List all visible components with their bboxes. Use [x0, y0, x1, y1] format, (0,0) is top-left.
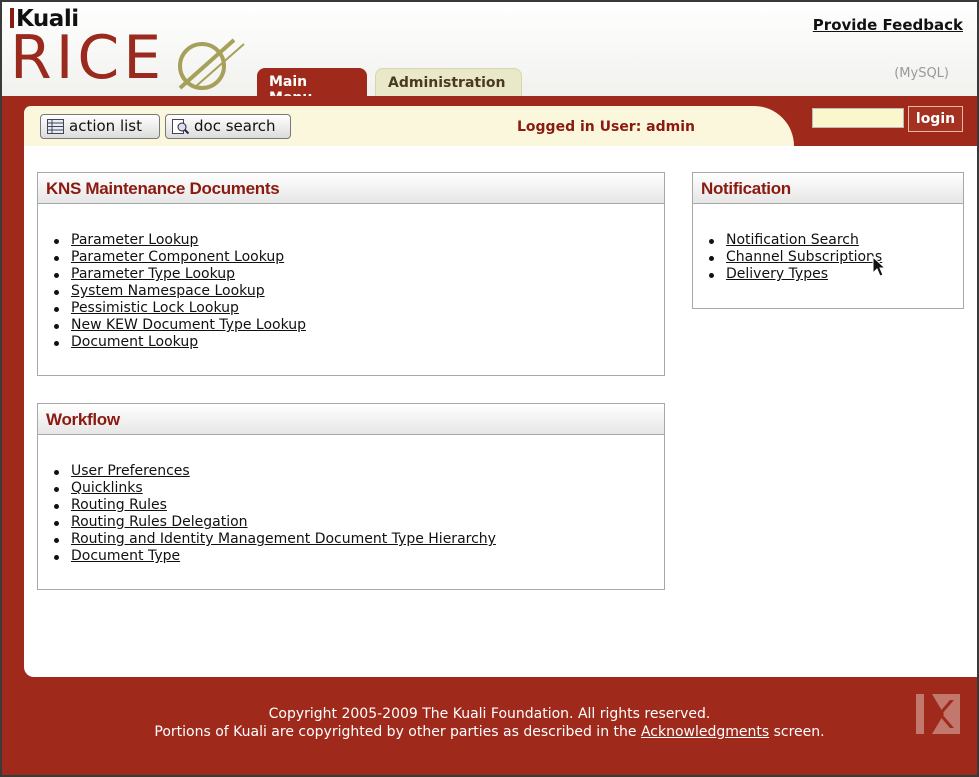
tab-main-menu[interactable]: Main Menu	[257, 68, 367, 106]
rice-mark-icon	[178, 38, 245, 90]
list-item: User Preferences	[54, 463, 664, 480]
tab-administration[interactable]: Administration	[375, 68, 522, 96]
app-window: Kuali RICE Provide Feedback (MySQL) Main…	[0, 0, 979, 777]
list-item: Channel Subscriptions	[709, 249, 963, 266]
portions-suffix: screen.	[769, 724, 825, 740]
list-item: Document Type	[54, 548, 664, 565]
action-list-label: action list	[69, 117, 142, 135]
list-item: Pessimistic Lock Lookup	[54, 300, 664, 317]
list-item: Parameter Type Lookup	[54, 266, 664, 283]
system-namespace-lookup-link[interactable]: System Namespace Lookup	[71, 283, 265, 299]
workflow-panel-title: Workflow	[38, 404, 664, 435]
list-item: System Namespace Lookup	[54, 283, 664, 300]
routing-rules-link[interactable]: Routing Rules	[71, 497, 167, 513]
list-item: Notification Search	[709, 232, 963, 249]
list-item: Routing Rules Delegation	[54, 514, 664, 531]
notification-panel: Notification Notification Search Channel…	[692, 172, 964, 309]
list-item: Delivery Types	[709, 266, 963, 283]
mouse-cursor-icon	[872, 256, 886, 277]
doc-search-label: doc search	[194, 117, 276, 135]
portions-prefix: Portions of Kuali are copyrighted by oth…	[154, 724, 641, 740]
routing-identity-hierarchy-link[interactable]: Routing and Identity Management Document…	[71, 531, 496, 547]
acknowledgments-link[interactable]: Acknowledgments	[641, 724, 769, 740]
doc-search-button[interactable]: doc search	[165, 114, 291, 139]
footer: Copyright 2005-2009 The Kuali Foundation…	[2, 677, 977, 775]
rice-logo: RICE	[10, 23, 166, 93]
login-username-input[interactable]	[812, 108, 904, 128]
provide-feedback-link[interactable]: Provide Feedback	[813, 16, 963, 34]
kns-link-list: Parameter Lookup Parameter Component Loo…	[38, 204, 664, 351]
user-preferences-link[interactable]: User Preferences	[71, 463, 190, 479]
list-item: Routing and Identity Management Document…	[54, 531, 664, 548]
list-item: New KEW Document Type Lookup	[54, 317, 664, 334]
parameter-lookup-link[interactable]: Parameter Lookup	[71, 232, 198, 248]
doc-search-icon	[172, 119, 189, 134]
notification-link-list: Notification Search Channel Subscription…	[693, 204, 963, 283]
delivery-types-link[interactable]: Delivery Types	[726, 266, 828, 282]
action-list-icon	[47, 119, 64, 134]
quicklinks-link[interactable]: Quicklinks	[71, 480, 143, 496]
pessimistic-lock-lookup-link[interactable]: Pessimistic Lock Lookup	[71, 300, 239, 316]
copyright-text: Copyright 2005-2009 The Kuali Foundation…	[268, 706, 711, 722]
database-label: (MySQL)	[894, 66, 949, 81]
list-item: Quicklinks	[54, 480, 664, 497]
parameter-component-lookup-link[interactable]: Parameter Component Lookup	[71, 249, 284, 265]
document-type-link[interactable]: Document Type	[71, 548, 180, 564]
list-item: Routing Rules	[54, 497, 664, 514]
notification-panel-title: Notification	[693, 173, 963, 204]
workflow-link-list: User Preferences Quicklinks Routing Rule…	[38, 435, 664, 565]
routing-rules-delegation-link[interactable]: Routing Rules Delegation	[71, 514, 248, 530]
kns-panel-title: KNS Maintenance Documents	[38, 173, 664, 204]
list-item: Parameter Lookup	[54, 232, 664, 249]
kns-maintenance-panel: KNS Maintenance Documents Parameter Look…	[37, 172, 665, 376]
channel-subscriptions-link[interactable]: Channel Subscriptions	[726, 249, 882, 265]
portions-text: Portions of Kuali are copyrighted by oth…	[2, 723, 977, 741]
header: Kuali RICE Provide Feedback (MySQL) Main…	[2, 2, 977, 106]
parameter-type-lookup-link[interactable]: Parameter Type Lookup	[71, 266, 235, 282]
notification-search-link[interactable]: Notification Search	[726, 232, 859, 248]
new-kew-document-type-lookup-link[interactable]: New KEW Document Type Lookup	[71, 317, 306, 333]
list-item: Document Lookup	[54, 334, 664, 351]
logged-in-user: Logged in User: admin	[517, 119, 696, 135]
workflow-panel: Workflow User Preferences Quicklinks Rou…	[37, 403, 665, 590]
document-lookup-link[interactable]: Document Lookup	[71, 334, 198, 350]
kuali-k-footer-icon	[916, 694, 960, 734]
list-item: Parameter Component Lookup	[54, 249, 664, 266]
action-list-button[interactable]: action list	[40, 114, 160, 139]
login-button[interactable]: login	[908, 106, 963, 132]
